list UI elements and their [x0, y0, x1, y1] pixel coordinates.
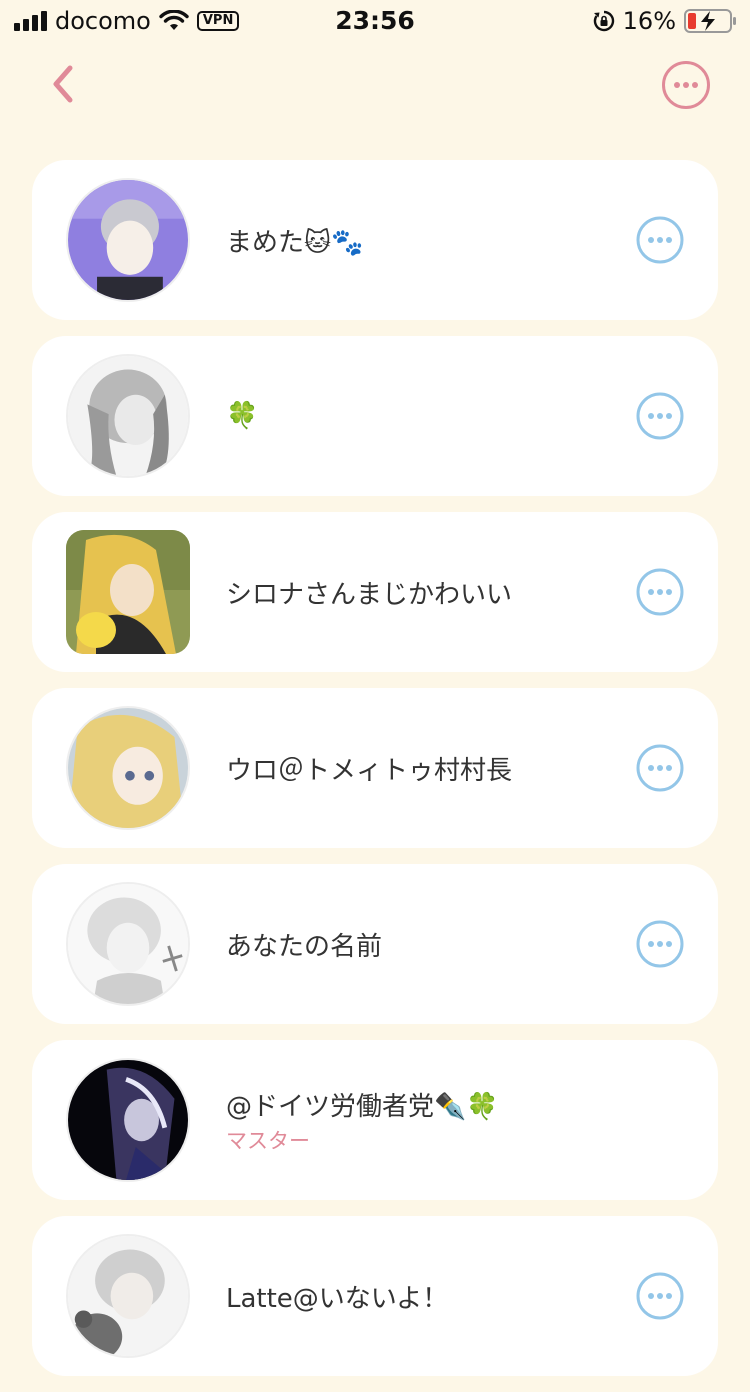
member-info: 🍀: [226, 336, 258, 496]
avatar[interactable]: [66, 1058, 190, 1182]
rotation-lock-icon: [593, 10, 614, 32]
row-more-button[interactable]: [636, 392, 684, 440]
member-row[interactable]: 🍀: [32, 336, 718, 496]
member-row[interactable]: @ドイツ労働者党✒️🍀 マスター: [32, 1040, 718, 1200]
row-more-button[interactable]: [636, 744, 684, 792]
row-more-button[interactable]: [636, 920, 684, 968]
member-name: ウロ＠トメィトゥ村村長: [226, 755, 513, 786]
member-name: Latte@いないよ！: [226, 1283, 449, 1314]
member-row[interactable]: シロナさんまじかわいい: [32, 512, 718, 672]
row-more-button[interactable]: [636, 1272, 684, 1320]
row-more-button[interactable]: [636, 216, 684, 264]
member-name: あなたの名前: [226, 931, 383, 962]
member-info: @ドイツ労働者党✒️🍀 マスター: [226, 1040, 499, 1200]
avatar[interactable]: [66, 706, 190, 830]
member-name: まめた🐱🐾: [226, 227, 364, 258]
member-list: まめた🐱🐾 🍀 シロナさんまじかわいい ウロ＠トメィトゥ村村長 あなたの名前 @…: [32, 160, 718, 1392]
member-name: 🍀: [226, 401, 259, 431]
member-info: Latte@いないよ！: [226, 1216, 448, 1376]
member-row[interactable]: Latte@いないよ！: [32, 1216, 718, 1376]
battery-charging-icon: [684, 9, 736, 33]
status-right: 16%: [593, 7, 738, 35]
member-row[interactable]: あなたの名前: [32, 864, 718, 1024]
member-name: シロナさんまじかわいい: [226, 579, 513, 610]
avatar[interactable]: [66, 178, 190, 302]
avatar[interactable]: [66, 530, 190, 654]
status-bar: docomo VPN 23:56 16%: [0, 0, 750, 42]
battery-percent: 16%: [622, 7, 676, 35]
avatar[interactable]: [66, 882, 190, 1006]
member-info: あなたの名前: [226, 864, 382, 1024]
member-info: ウロ＠トメィトゥ村村長: [226, 688, 512, 848]
member-info: シロナさんまじかわいい: [226, 512, 512, 672]
back-button[interactable]: [44, 62, 84, 106]
avatar[interactable]: [66, 1234, 190, 1358]
avatar[interactable]: [66, 354, 190, 478]
member-row[interactable]: まめた🐱🐾: [32, 160, 718, 320]
member-role-label: マスター: [226, 1128, 310, 1153]
more-options-button[interactable]: [661, 60, 711, 110]
row-more-button[interactable]: [636, 568, 684, 616]
member-row[interactable]: ウロ＠トメィトゥ村村長: [32, 688, 718, 848]
member-name: @ドイツ労働者党✒️🍀: [226, 1091, 499, 1122]
member-info: まめた🐱🐾: [226, 160, 363, 320]
